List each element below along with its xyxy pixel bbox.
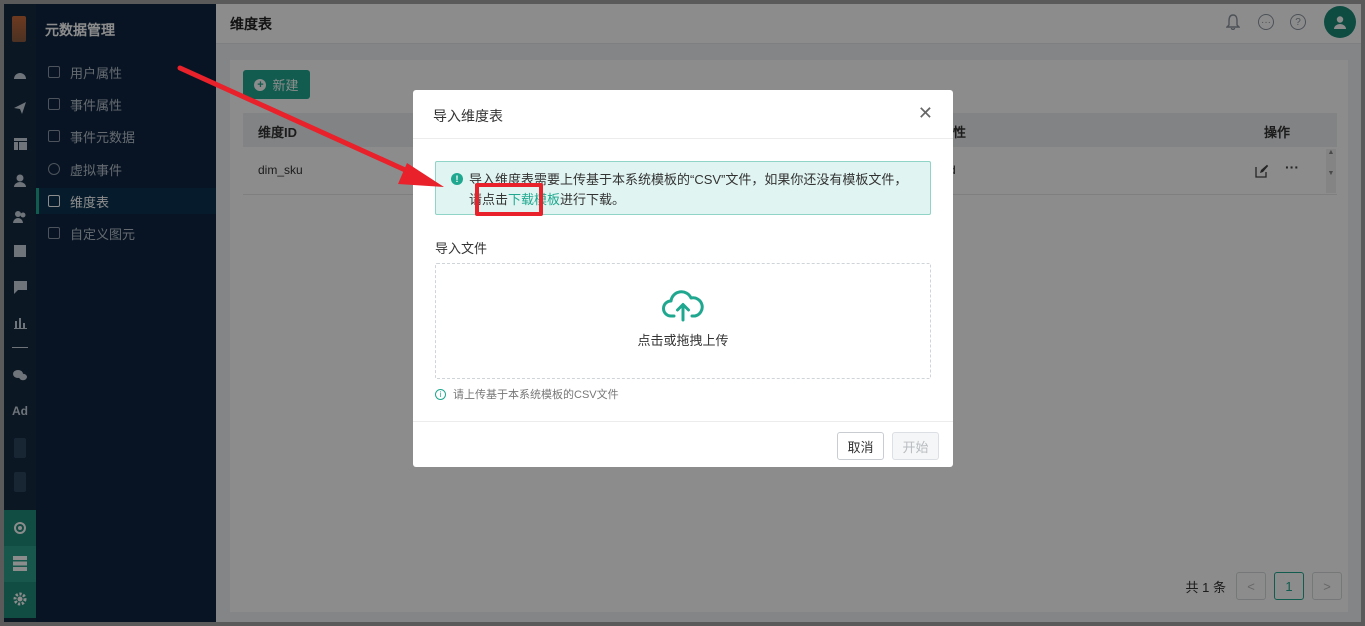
upload-hint: i 请上传基于本系统模板的CSV文件 xyxy=(435,386,619,402)
start-button[interactable]: 开始 xyxy=(892,432,939,460)
dialog-title: 导入维度表 xyxy=(433,108,503,124)
upload-hint-text: 请上传基于本系统模板的CSV文件 xyxy=(453,389,619,401)
file-label: 导入文件 xyxy=(435,241,488,256)
alert-text-after: 进行下载。 xyxy=(560,192,626,207)
app-frame: Ad 元数据管理 用户属性 事件属性 事件元数据 虚拟事件 维度表 自定义图元 … xyxy=(4,4,1361,622)
annotation-highlight-box xyxy=(475,183,543,216)
close-icon[interactable]: ✕ xyxy=(918,104,933,122)
cancel-button[interactable]: 取消 xyxy=(837,432,884,460)
upload-dropzone[interactable]: 点击或拖拽上传 xyxy=(435,263,931,379)
import-dialog: 导入维度表 ✕ ! 导入维度表需要上传基于本系统模板的“CSV”文件，如果你还没… xyxy=(413,90,953,467)
info-circle-icon: i xyxy=(435,388,446,400)
dialog-footer: 取消 开始 xyxy=(413,421,953,467)
cloud-upload-icon xyxy=(662,290,704,322)
info-icon: ! xyxy=(451,173,463,185)
dialog-header: 导入维度表 ✕ xyxy=(413,90,953,139)
upload-text: 点击或拖拽上传 xyxy=(637,333,729,348)
